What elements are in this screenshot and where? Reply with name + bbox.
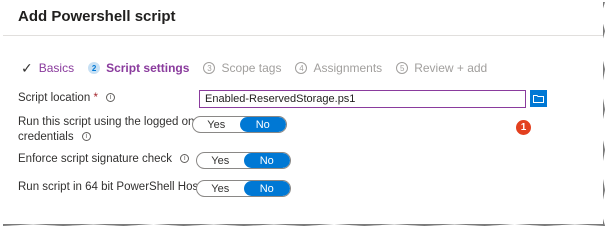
toggle-yes[interactable]: Yes (197, 153, 244, 168)
wizard-steps: ✓ Basics 2 Script settings 3 Scope tags … (21, 59, 501, 77)
toggle-no[interactable]: No (243, 181, 290, 196)
info-icon[interactable]: i (106, 93, 116, 103)
browse-folder-button[interactable] (530, 90, 547, 107)
step-label: Review + add (414, 61, 488, 75)
page-title: Add Powershell script (18, 8, 176, 25)
folder-icon (533, 95, 544, 103)
run-64bit-toggle[interactable]: Yes No (196, 180, 291, 197)
label-line-2-text: credentials (18, 131, 74, 143)
script-location-text: Script location (18, 92, 91, 104)
step-label: Scope tags (221, 61, 282, 75)
info-icon[interactable]: i (180, 154, 190, 164)
step-assignments[interactable]: 4 Assignments (295, 61, 382, 75)
info-icon[interactable]: i (81, 132, 91, 142)
script-location-label: Script location * i (18, 91, 116, 106)
toggle-no[interactable]: No (239, 117, 286, 132)
step-scope-tags[interactable]: 3 Scope tags (203, 61, 281, 75)
required-mark: * (93, 92, 98, 104)
step-label: Basics (38, 61, 75, 75)
run-64bit-text: Run script in 64 bit PowerShell Host (18, 181, 202, 193)
script-location-input[interactable] (199, 90, 526, 108)
callout-badge: 1 (516, 120, 531, 135)
checkmark-icon: ✓ (21, 59, 33, 76)
step-number: 2 (88, 62, 101, 74)
label-line-2: credentials i (18, 130, 194, 145)
run-as-logged-on-toggle[interactable]: Yes No (192, 116, 287, 133)
enforce-signature-text: Enforce script signature check (18, 153, 173, 165)
step-number: 4 (295, 62, 308, 74)
enforce-signature-toggle[interactable]: Yes No (196, 152, 291, 169)
step-number: 5 (396, 62, 409, 74)
run-64bit-label: Run script in 64 bit PowerShell Host i (18, 180, 219, 195)
step-label: Script settings (106, 61, 190, 75)
label-line-1: Run this script using the logged on (18, 116, 195, 128)
run-as-logged-on-label: Run this script using the logged on cred… (18, 115, 194, 145)
toggle-yes[interactable]: Yes (197, 181, 244, 196)
step-review-add[interactable]: 5 Review + add (396, 61, 487, 75)
add-powershell-script-panel: Add Powershell script ✓ Basics 2 Script … (3, 2, 605, 226)
toggle-no[interactable]: No (243, 153, 290, 168)
step-number: 3 (203, 62, 216, 74)
step-label: Assignments (313, 61, 383, 75)
step-basics[interactable]: ✓ Basics (21, 60, 74, 77)
toggle-yes[interactable]: Yes (193, 117, 240, 132)
step-script-settings[interactable]: 2 Script settings (88, 61, 189, 75)
title-divider (3, 35, 603, 36)
enforce-signature-label: Enforce script signature check i (18, 152, 190, 167)
